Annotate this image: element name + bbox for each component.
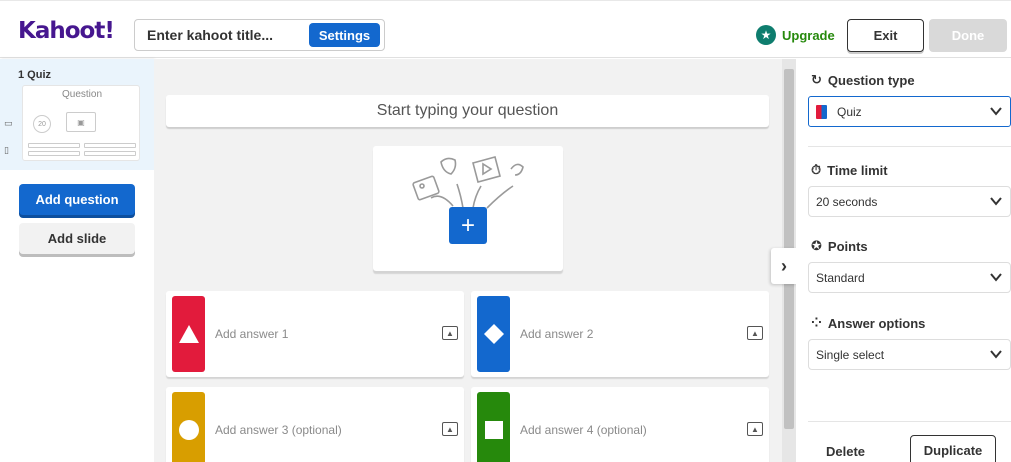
answer-2-input[interactable]: Add answer 2: [520, 327, 593, 341]
divider: [808, 421, 1011, 422]
kahoot-logo[interactable]: Kahoot!: [18, 18, 115, 44]
slide-thumbnail[interactable]: Question 20 ▣: [22, 85, 140, 161]
delete-slide-icon[interactable]: ▯: [4, 145, 9, 156]
image-icon[interactable]: ▲: [442, 422, 458, 436]
answer-option-3[interactable]: Add answer 3 (optional) ▲: [166, 387, 464, 462]
answer-option-2[interactable]: Add answer 2 ▲: [471, 291, 769, 377]
answer-options-label: Answer options: [827, 315, 926, 331]
add-question-button[interactable]: Add question: [19, 184, 135, 215]
duplicate-slide-icon[interactable]: ▭: [4, 118, 13, 129]
time-limit-heading: ⏱ Time limit: [811, 162, 888, 178]
image-icon[interactable]: ▲: [747, 422, 763, 436]
image-icon[interactable]: ▲: [747, 326, 763, 340]
answer-options-heading: ⁘ Answer options: [811, 315, 925, 331]
triangle-icon: [178, 325, 199, 343]
chevron-down-icon: [990, 197, 1002, 206]
title-field-container: Settings: [134, 19, 385, 51]
thumbnail-answer: [28, 151, 80, 156]
answer-options-value: Single select: [816, 347, 885, 362]
answer-3-shape-block: [172, 392, 205, 462]
slide-sidebar: 1 Quiz ▭ ▯ Question 20 ▣ Add question Ad…: [0, 59, 154, 462]
answer-4-input[interactable]: Add answer 4 (optional): [520, 423, 647, 437]
upgrade-label: Upgrade: [782, 27, 835, 43]
quiz-type-icon: [816, 104, 827, 119]
add-media-button[interactable]: +: [449, 207, 487, 244]
chevron-right-icon[interactable]: ›: [771, 248, 797, 284]
slide-item-1[interactable]: 1 Quiz ▭ ▯ Question 20 ▣: [0, 59, 154, 170]
star-icon: ★: [756, 25, 776, 45]
question-type-value: Quiz: [837, 104, 862, 119]
answer-2-shape-block: [477, 296, 510, 372]
points-label: Points: [827, 238, 868, 254]
thumbnail-timer: 20: [33, 115, 51, 133]
thumbnail-answer: [84, 151, 136, 156]
time-limit-select[interactable]: 20 seconds: [808, 186, 1011, 217]
points-select[interactable]: Standard: [808, 262, 1011, 293]
image-icon[interactable]: ▲: [442, 326, 458, 340]
circle-icon: [178, 420, 199, 440]
chevron-down-icon: [990, 273, 1002, 282]
answer-options-icon: ⁘: [811, 315, 822, 330]
duplicate-button[interactable]: Duplicate: [910, 435, 996, 462]
media-upload-area[interactable]: +: [373, 146, 563, 271]
time-limit-value: 20 seconds: [816, 194, 878, 209]
settings-button[interactable]: Settings: [309, 23, 380, 47]
answer-3-input[interactable]: Add answer 3 (optional): [215, 423, 342, 437]
exit-button[interactable]: Exit: [847, 19, 924, 52]
points-heading: ✪ Points: [811, 238, 868, 254]
question-settings-panel: ↻ Question type Quiz ⏱ Time limit 20 sec…: [796, 59, 1011, 462]
thumbnail-image-icon: ▣: [66, 112, 96, 132]
time-limit-label: Time limit: [827, 162, 888, 178]
kahoot-title-input[interactable]: [147, 20, 307, 50]
answer-1-input[interactable]: Add answer 1: [215, 327, 288, 341]
question-type-heading: ↻ Question type: [811, 72, 915, 88]
upgrade-link[interactable]: ★ Upgrade: [756, 25, 835, 45]
add-slide-button[interactable]: Add slide: [19, 223, 135, 254]
answer-options-select[interactable]: Single select: [808, 339, 1011, 370]
answer-option-1[interactable]: Add answer 1 ▲: [166, 291, 464, 377]
question-canvas: Start typing your question + Add answer …: [154, 59, 782, 462]
answer-4-shape-block: [477, 392, 510, 462]
thumbnail-answer: [84, 143, 136, 148]
top-bar: Kahoot! Settings ★ Upgrade Exit Done: [0, 0, 1011, 58]
question-type-select[interactable]: Quiz: [808, 96, 1011, 127]
question-input[interactable]: Start typing your question: [166, 95, 769, 127]
answer-option-4[interactable]: Add answer 4 (optional) ▲: [471, 387, 769, 462]
medal-icon: ✪: [811, 238, 822, 253]
done-button[interactable]: Done: [929, 19, 1007, 52]
clock-icon: ⏱: [811, 162, 822, 177]
answer-1-shape-block: [172, 296, 205, 372]
chevron-down-icon: [990, 350, 1002, 359]
delete-button[interactable]: Delete: [826, 444, 865, 459]
question-type-icon: ↻: [811, 72, 822, 87]
thumbnail-answer: [28, 143, 80, 148]
question-type-label: Question type: [827, 72, 915, 88]
slide-label: 1 Quiz: [18, 69, 52, 81]
diamond-icon: [483, 324, 504, 344]
square-icon: [484, 421, 503, 439]
divider: [808, 146, 1011, 147]
thumbnail-question: Question: [61, 89, 103, 100]
chevron-down-icon: [990, 107, 1002, 116]
points-value: Standard: [816, 270, 865, 285]
